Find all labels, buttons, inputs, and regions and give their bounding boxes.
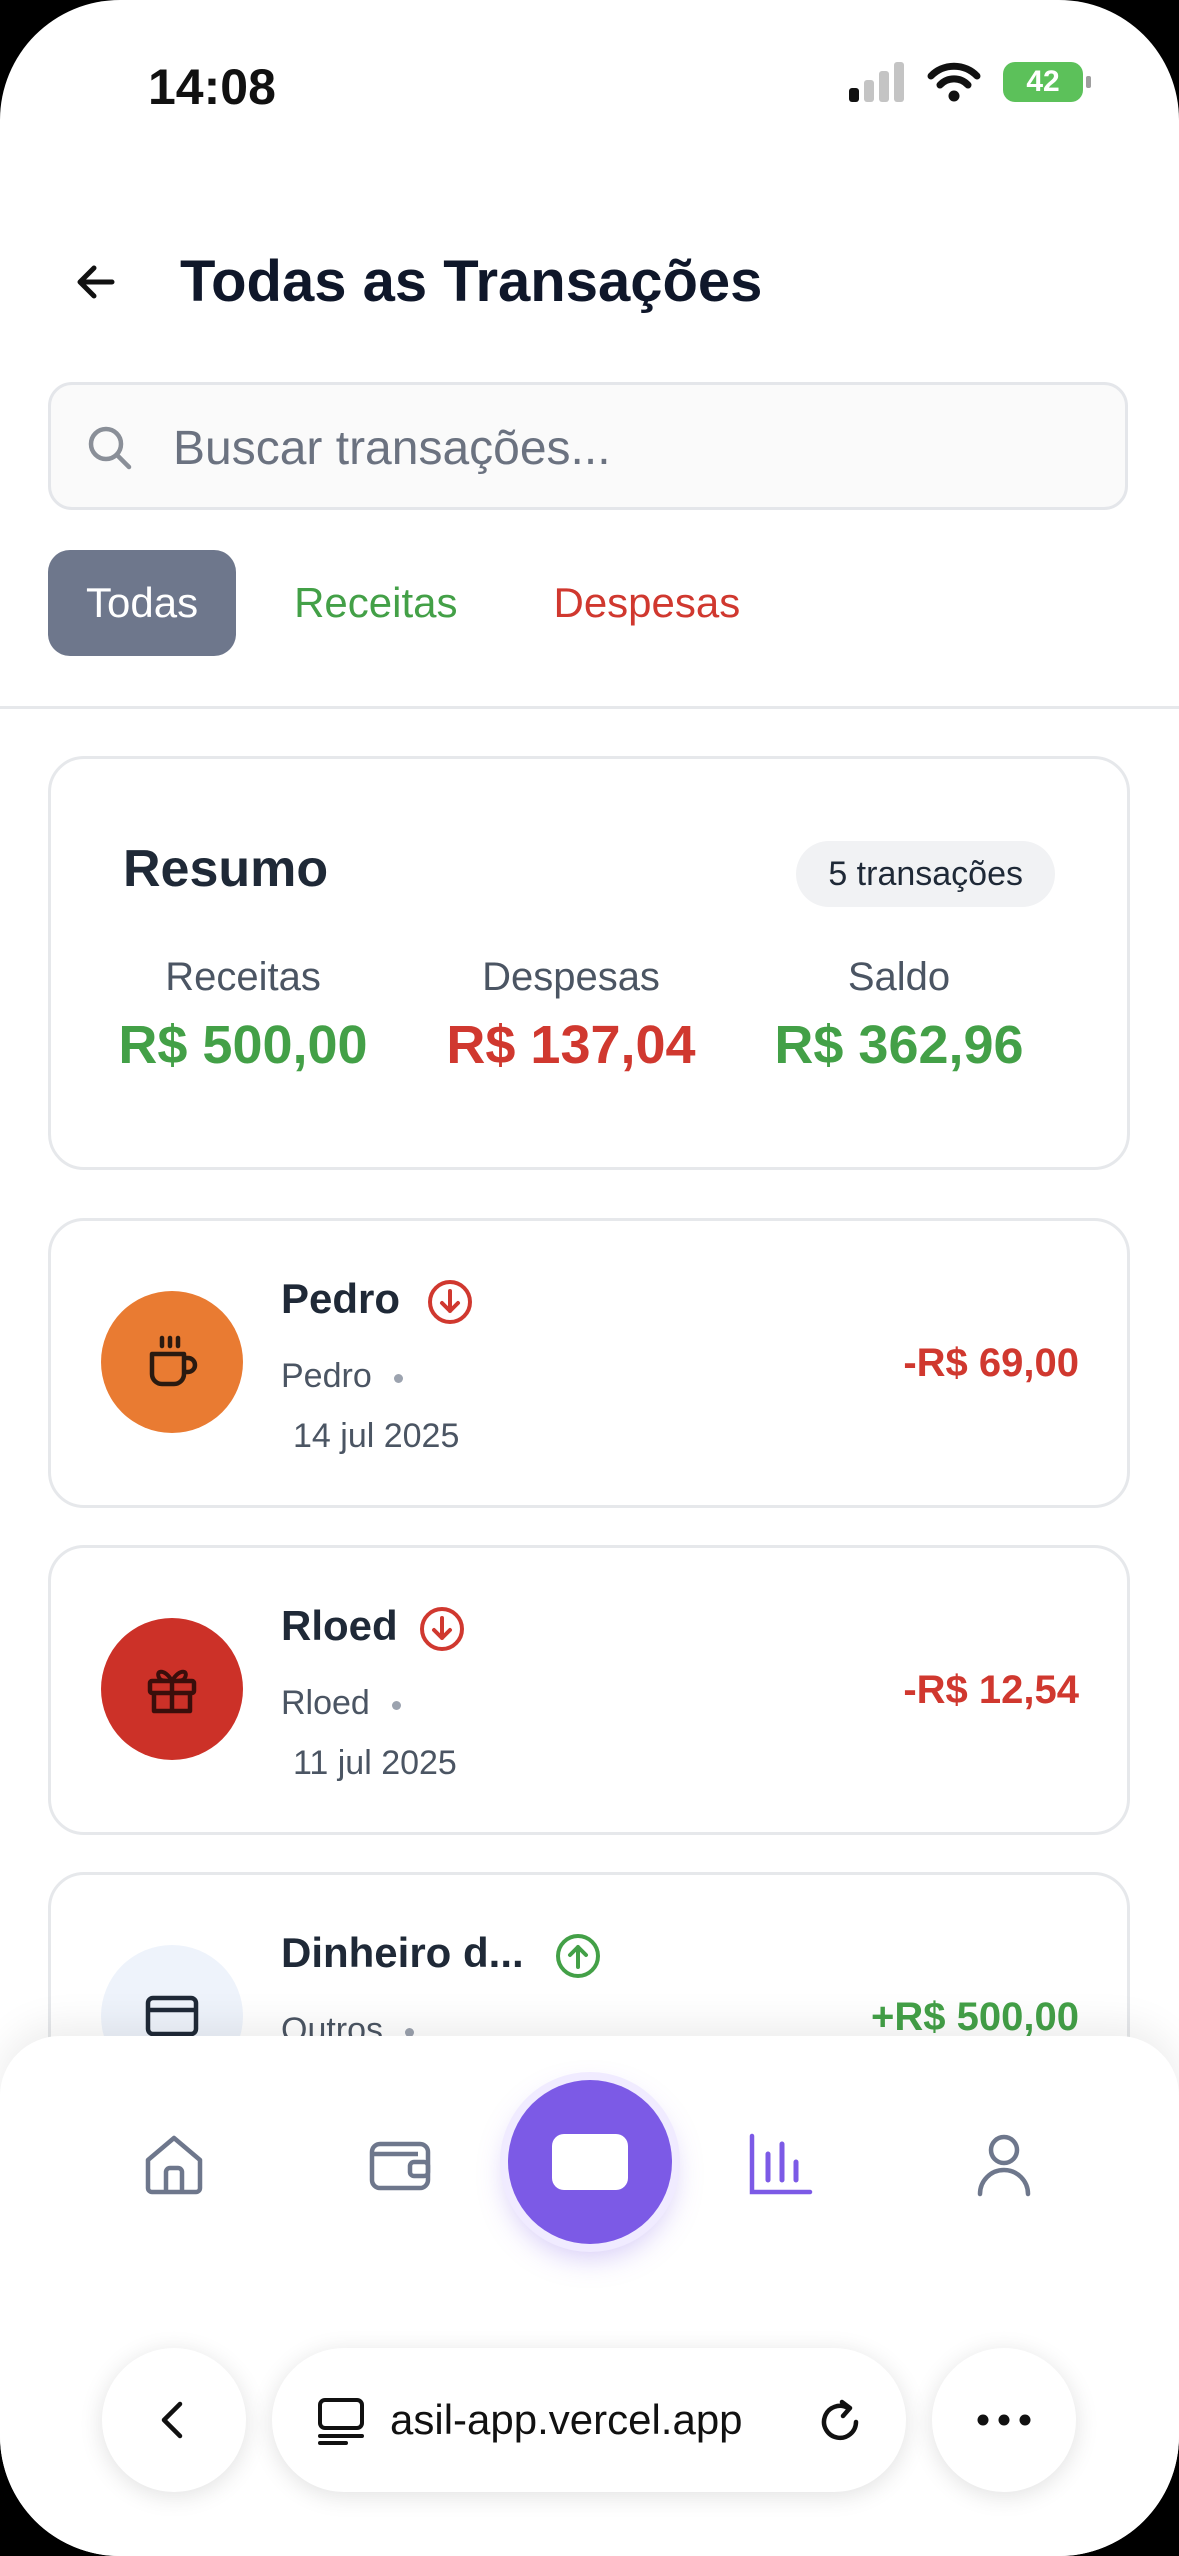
status-time: 14:08: [148, 59, 276, 115]
chevron-left-icon: [161, 2401, 183, 2439]
transaction-category: Rloed: [281, 1684, 401, 1723]
transaction-avatar: [101, 1618, 243, 1760]
filter-tabs: Todas Receitas Despesas: [48, 550, 798, 656]
transaction-item[interactable]: Rloed Rloed 11 jul 2025 -R$ 12,54: [48, 1545, 1130, 1835]
summary-balance: Saldo R$ 362,96: [739, 955, 1059, 1076]
home-icon: [145, 2135, 203, 2195]
summary-title: Resumo: [123, 840, 329, 898]
bottom-nav: [0, 2036, 1179, 2276]
nav-profile[interactable]: [964, 2124, 1044, 2204]
transaction-item[interactable]: Pedro Pedro 14 jul 2025 -R$ 69,00: [48, 1218, 1130, 1508]
income-label: Receitas: [165, 955, 321, 999]
page-menu-icon[interactable]: [316, 2396, 366, 2446]
category-text: Pedro: [281, 1357, 372, 1395]
filter-all[interactable]: Todas: [48, 550, 237, 656]
status-icons: 42: [849, 62, 1091, 102]
summary-income: Receitas R$ 500,00: [83, 955, 403, 1076]
user-icon: [977, 2134, 1031, 2197]
search-box: [48, 382, 1128, 510]
more-icon: [977, 2414, 1031, 2426]
nav-reports[interactable]: [740, 2124, 820, 2204]
wifi-icon: [927, 62, 981, 102]
separator-dot: [391, 1700, 401, 1710]
status-bar: 14:08 42: [0, 0, 1179, 170]
filter-expenses[interactable]: Despesas: [515, 550, 778, 656]
category-text: Rloed: [281, 1684, 370, 1722]
chart-icon: [749, 2133, 813, 2195]
page-title: Todas as Transações: [180, 249, 763, 314]
transaction-name: Pedro: [281, 1275, 401, 1322]
expense-arrow-icon: [420, 1607, 464, 1651]
address-bar[interactable]: asil-app.vercel.app: [272, 2348, 906, 2492]
transaction-amount: -R$ 69,00: [903, 1341, 1079, 1385]
search-input[interactable]: [171, 413, 1075, 483]
battery-icon: 42: [1003, 62, 1091, 102]
gift-icon: [147, 1669, 197, 1714]
transaction-name: Dinheiro d...: [281, 1929, 524, 1976]
separator-dot: [393, 1373, 403, 1383]
search-icon: [88, 426, 132, 470]
reload-icon[interactable]: [814, 2396, 866, 2448]
transaction-name: Rloed: [281, 1602, 398, 1649]
summary-card: Resumo 5 transações Receitas R$ 500,00 D…: [48, 756, 1130, 1170]
browser-back-button[interactable]: [102, 2348, 246, 2492]
page-header: Todas as Transações: [0, 230, 1179, 330]
expense-arrow-icon: [428, 1280, 472, 1324]
browser-toolbar: asil-app.vercel.app: [0, 2306, 1179, 2492]
expense-value: R$ 137,04: [446, 1015, 696, 1075]
expense-label: Despesas: [482, 955, 660, 999]
app-screen: 14:08 42 Todas as Transações Buscar tran…: [0, 0, 1179, 2556]
balance-label: Saldo: [847, 955, 951, 999]
summary-expenses: Despesas R$ 137,04: [411, 955, 731, 1076]
transaction-count-badge: 5 transações: [796, 841, 1055, 907]
filter-income[interactable]: Receitas: [256, 550, 495, 656]
battery-level: 42: [1026, 65, 1060, 98]
income-value: R$ 500,00: [118, 1015, 368, 1075]
nav-home[interactable]: [134, 2124, 214, 2204]
url-text: asil-app.vercel.app: [390, 2396, 743, 2443]
browser-more-button[interactable]: [932, 2348, 1076, 2492]
transaction-avatar: [101, 1291, 243, 1433]
income-arrow-icon: [556, 1934, 600, 1978]
transaction-date: 14 jul 2025: [293, 1417, 460, 1455]
transaction-amount: -R$ 12,54: [903, 1668, 1079, 1712]
wallet-icon: [369, 2141, 431, 2191]
balance-value: R$ 362,96: [774, 1015, 1024, 1075]
coffee-icon: [149, 1335, 198, 1387]
back-arrow-icon[interactable]: [66, 252, 126, 312]
transaction-amount: +R$ 500,00: [871, 1995, 1079, 2039]
add-transaction-button[interactable]: [508, 2080, 672, 2244]
signal-icon: [849, 62, 904, 102]
nav-wallet[interactable]: [360, 2124, 440, 2204]
add-icon: [552, 2134, 628, 2190]
bottom-panel: asil-app.vercel.app: [0, 2036, 1179, 2556]
divider: [0, 706, 1179, 709]
transaction-date: 11 jul 2025: [293, 1744, 457, 1782]
transaction-category: Pedro: [281, 1357, 403, 1396]
